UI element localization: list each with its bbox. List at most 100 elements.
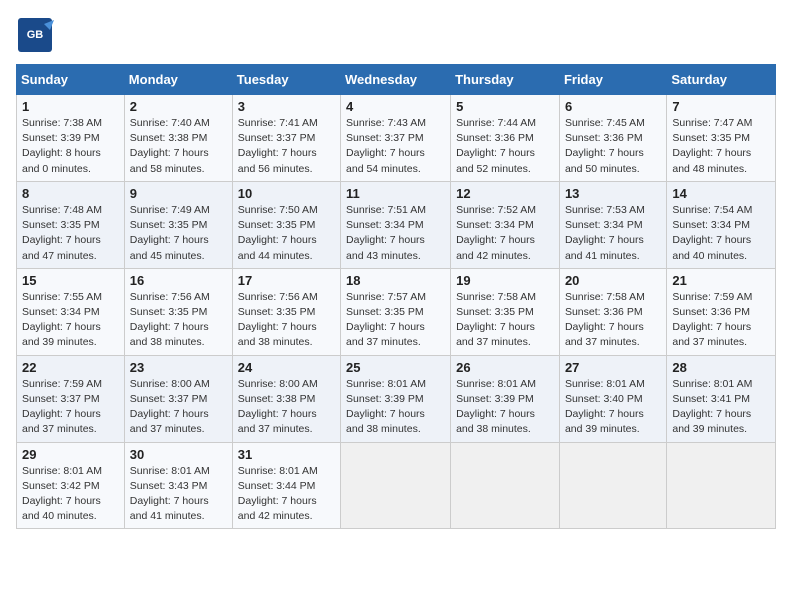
day-number: 17 [238,273,335,288]
day-number: 1 [22,99,119,114]
calendar-table: SundayMondayTuesdayWednesdayThursdayFrid… [16,64,776,529]
day-detail: Sunrise: 7:49 AMSunset: 3:35 PMDaylight:… [130,204,210,262]
day-number: 26 [456,360,554,375]
calendar-week-row: 8Sunrise: 7:48 AMSunset: 3:35 PMDaylight… [17,181,776,268]
calendar-week-row: 1 Sunrise: 7:38 AMSunset: 3:39 PMDaylight… [17,95,776,182]
calendar-cell: 14 Sunrise: 7:54 AMSunset: 3:34 PMDayligh… [667,181,776,268]
day-number: 21 [672,273,770,288]
day-detail: Sunrise: 7:57 AMSunset: 3:35 PMDaylight:… [346,291,426,349]
calendar-cell: 7 Sunrise: 7:47 AMSunset: 3:35 PMDaylight… [667,95,776,182]
day-number: 28 [672,360,770,375]
calendar-week-row: 29 Sunrise: 8:01 AMSunset: 3:42 PMDayligh… [17,442,776,529]
calendar-cell: 3Sunrise: 7:41 AMSunset: 3:37 PMDaylight… [232,95,340,182]
calendar-cell: 11 Sunrise: 7:51 AMSunset: 3:34 PMDayligh… [341,181,451,268]
day-detail: Sunrise: 8:01 AMSunset: 3:43 PMDaylight:… [130,465,210,523]
calendar-cell: 30 Sunrise: 8:01 AMSunset: 3:43 PMDayligh… [124,442,232,529]
calendar-header-row: SundayMondayTuesdayWednesdayThursdayFrid… [17,65,776,95]
day-detail: Sunrise: 7:44 AMSunset: 3:36 PMDaylight:… [456,117,536,175]
header-tuesday: Tuesday [232,65,340,95]
calendar-cell: 31Sunrise: 8:01 AMSunset: 3:44 PMDayligh… [232,442,340,529]
calendar-cell: 16 Sunrise: 7:56 AMSunset: 3:35 PMDayligh… [124,268,232,355]
calendar-cell: 2 Sunrise: 7:40 AMSunset: 3:38 PMDaylight… [124,95,232,182]
day-number: 14 [672,186,770,201]
day-number: 9 [130,186,227,201]
day-number: 30 [130,447,227,462]
header-thursday: Thursday [451,65,560,95]
day-number: 2 [130,99,227,114]
day-detail: Sunrise: 8:01 AMSunset: 3:39 PMDaylight:… [346,378,426,436]
day-number: 6 [565,99,661,114]
day-detail: Sunrise: 8:01 AMSunset: 3:40 PMDaylight:… [565,378,645,436]
day-number: 16 [130,273,227,288]
day-detail: Sunrise: 8:00 AMSunset: 3:38 PMDaylight:… [238,378,318,436]
calendar-cell [559,442,666,529]
calendar-cell: 15Sunrise: 7:55 AMSunset: 3:34 PMDayligh… [17,268,125,355]
day-detail: Sunrise: 7:38 AMSunset: 3:39 PMDaylight:… [22,117,102,175]
day-detail: Sunrise: 7:56 AMSunset: 3:35 PMDaylight:… [130,291,210,349]
day-number: 11 [346,186,445,201]
calendar-cell: 21 Sunrise: 7:59 AMSunset: 3:36 PMDayligh… [667,268,776,355]
day-detail: Sunrise: 7:58 AMSunset: 3:36 PMDaylight:… [565,291,645,349]
calendar-cell: 22 Sunrise: 7:59 AMSunset: 3:37 PMDayligh… [17,355,125,442]
day-number: 10 [238,186,335,201]
calendar-cell: 13 Sunrise: 7:53 AMSunset: 3:34 PMDayligh… [559,181,666,268]
calendar-cell: 10Sunrise: 7:50 AMSunset: 3:35 PMDayligh… [232,181,340,268]
day-number: 25 [346,360,445,375]
day-detail: Sunrise: 8:01 AMSunset: 3:42 PMDaylight:… [22,465,102,523]
header-saturday: Saturday [667,65,776,95]
day-detail: Sunrise: 7:56 AMSunset: 3:35 PMDaylight:… [238,291,318,349]
calendar-cell: 8Sunrise: 7:48 AMSunset: 3:35 PMDaylight… [17,181,125,268]
day-number: 5 [456,99,554,114]
day-number: 20 [565,273,661,288]
day-detail: Sunrise: 7:45 AMSunset: 3:36 PMDaylight:… [565,117,645,175]
calendar-cell: 24 Sunrise: 8:00 AMSunset: 3:38 PMDayligh… [232,355,340,442]
calendar-cell: 4Sunrise: 7:43 AMSunset: 3:37 PMDaylight… [341,95,451,182]
day-detail: Sunrise: 7:55 AMSunset: 3:34 PMDaylight:… [22,291,102,349]
svg-text:GB: GB [27,29,44,41]
header-wednesday: Wednesday [341,65,451,95]
day-detail: Sunrise: 7:51 AMSunset: 3:34 PMDaylight:… [346,204,426,262]
calendar-cell: 19 Sunrise: 7:58 AMSunset: 3:35 PMDayligh… [451,268,560,355]
calendar-week-row: 15Sunrise: 7:55 AMSunset: 3:34 PMDayligh… [17,268,776,355]
day-number: 29 [22,447,119,462]
calendar-cell: 1 Sunrise: 7:38 AMSunset: 3:39 PMDaylight… [17,95,125,182]
day-number: 27 [565,360,661,375]
header-monday: Monday [124,65,232,95]
calendar-cell [667,442,776,529]
calendar-cell: 23 Sunrise: 8:00 AMSunset: 3:37 PMDayligh… [124,355,232,442]
day-detail: Sunrise: 7:47 AMSunset: 3:35 PMDaylight:… [672,117,752,175]
day-detail: Sunrise: 7:59 AMSunset: 3:36 PMDaylight:… [672,291,752,349]
day-detail: Sunrise: 7:59 AMSunset: 3:37 PMDaylight:… [22,378,102,436]
calendar-cell: 26 Sunrise: 8:01 AMSunset: 3:39 PMDayligh… [451,355,560,442]
calendar-cell: 6 Sunrise: 7:45 AMSunset: 3:36 PMDaylight… [559,95,666,182]
day-detail: Sunrise: 8:00 AMSunset: 3:37 PMDaylight:… [130,378,210,436]
day-detail: Sunrise: 7:43 AMSunset: 3:37 PMDaylight:… [346,117,426,175]
calendar-cell: 20 Sunrise: 7:58 AMSunset: 3:36 PMDayligh… [559,268,666,355]
day-detail: Sunrise: 7:58 AMSunset: 3:35 PMDaylight:… [456,291,536,349]
day-detail: Sunrise: 8:01 AMSunset: 3:39 PMDaylight:… [456,378,536,436]
logo: GB [16,16,58,54]
day-number: 22 [22,360,119,375]
logo-icon: GB [16,16,54,54]
header: GB [16,16,776,54]
calendar-cell: 29 Sunrise: 8:01 AMSunset: 3:42 PMDayligh… [17,442,125,529]
day-number: 12 [456,186,554,201]
day-number: 8 [22,186,119,201]
calendar-cell [451,442,560,529]
day-number: 24 [238,360,335,375]
header-sunday: Sunday [17,65,125,95]
day-number: 23 [130,360,227,375]
calendar-cell: 17 Sunrise: 7:56 AMSunset: 3:35 PMDayligh… [232,268,340,355]
calendar-cell [341,442,451,529]
calendar-cell: 28Sunrise: 8:01 AMSunset: 3:41 PMDayligh… [667,355,776,442]
day-number: 7 [672,99,770,114]
day-number: 13 [565,186,661,201]
header-friday: Friday [559,65,666,95]
day-detail: Sunrise: 7:53 AMSunset: 3:34 PMDaylight:… [565,204,645,262]
day-number: 18 [346,273,445,288]
day-number: 19 [456,273,554,288]
calendar-cell: 18 Sunrise: 7:57 AMSunset: 3:35 PMDayligh… [341,268,451,355]
day-detail: Sunrise: 7:54 AMSunset: 3:34 PMDaylight:… [672,204,752,262]
day-detail: Sunrise: 7:41 AMSunset: 3:37 PMDaylight:… [238,117,318,175]
day-detail: Sunrise: 7:40 AMSunset: 3:38 PMDaylight:… [130,117,210,175]
